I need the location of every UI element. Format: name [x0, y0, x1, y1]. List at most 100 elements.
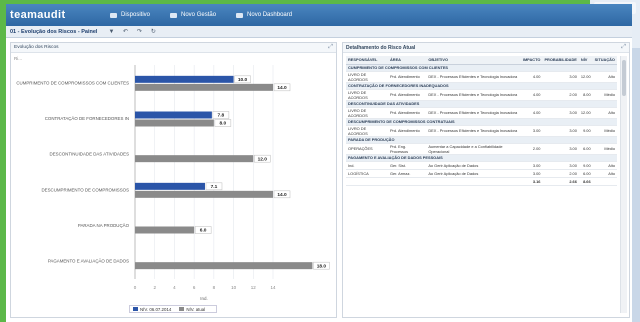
refresh-icon[interactable]: ↻	[149, 28, 157, 35]
table-cell: Alto	[592, 161, 617, 170]
table-row[interactable]: LIVRO DE ACORDOS Prd. Atendimento DEX - Pr…	[346, 125, 617, 137]
total-cell	[426, 176, 521, 186]
table-cell: LIVRO DE ACORDOS	[346, 71, 388, 83]
expand-icon[interactable]: ⤢	[621, 44, 626, 51]
column-header[interactable]: ÁREA	[387, 56, 427, 65]
table-cell: 3.00	[542, 71, 579, 83]
table-cell: Médio	[592, 89, 617, 101]
bar-previous[interactable]	[135, 155, 254, 163]
data-label: 8.0	[220, 121, 227, 127]
table-cell: DEX - Processos Eficientes e Tecnologia …	[426, 107, 521, 119]
app-logo[interactable]: teamaudit	[10, 9, 110, 21]
column-header[interactable]: OBJETIVO	[426, 56, 521, 65]
risk-detail-table: RESPONSÁVEL ÁREA OBJETIVO IMPACTO PROBABILID…	[346, 56, 617, 186]
redo-icon[interactable]: ↷	[135, 28, 143, 35]
column-header[interactable]: IMPACTO	[520, 56, 543, 65]
table-cell: Alto	[592, 169, 617, 178]
table-group-row[interactable]: PAGAMENTO E AVALIAÇÃO DE DADOS PESSOAIS	[346, 154, 617, 162]
vertical-scrollbar[interactable]	[620, 56, 627, 313]
menu-item-gestao[interactable]: Novo Gestão	[170, 12, 216, 18]
table-cell: Prd. Atendimento	[387, 89, 427, 101]
data-label: 10.0	[238, 77, 248, 83]
table-cell: 4.00	[520, 71, 543, 83]
table-cell: 6.00	[578, 143, 593, 155]
bar-previous[interactable]	[135, 83, 273, 91]
table-cell: Médio	[592, 143, 617, 155]
column-header[interactable]: SITUAÇÃO	[592, 56, 617, 65]
x-tick-label: 4	[173, 285, 176, 290]
device-icon	[110, 12, 117, 18]
table-cell: LIVRO DE ACORDOS	[346, 89, 388, 101]
filter-icon[interactable]: ▼	[107, 29, 115, 35]
table-cell: OPERAÇÕES	[346, 143, 388, 155]
x-tick-label: 6	[193, 285, 196, 290]
group-label: DESCUMPRIMENTO DE COMPROMISSOS CONTRATUA…	[346, 118, 617, 126]
table-cell: 3.00	[542, 143, 579, 155]
legend-entry: NÍV. 06.07.2014	[133, 307, 171, 312]
x-tick-label: 12	[251, 285, 257, 290]
category-label: PAGAMENTO E AVALIAÇÃO DE DADOS	[48, 259, 129, 264]
table-cell: Ger. Sist.	[387, 161, 427, 170]
table-cell: 3.00	[520, 161, 543, 170]
group-label: DESCONTINUIDADE DAS ATIVIDADES	[346, 100, 617, 108]
x-tick-label: 14	[270, 285, 276, 290]
data-label: 12.0	[258, 156, 268, 162]
management-icon	[170, 12, 178, 18]
bar-previous[interactable]	[135, 262, 313, 270]
column-header[interactable]: NÍV	[578, 56, 593, 65]
bar-current[interactable]	[135, 111, 212, 119]
table-row[interactable]: LOGÍSTICA Ger. Armaz. Ao Gerir Aplicação d…	[346, 169, 617, 178]
category-label: DESCONTINUIDADE DAS ATIVIDADES	[50, 152, 130, 157]
bar-current[interactable]	[135, 75, 234, 83]
bar-previous[interactable]	[135, 190, 273, 198]
category-label: CONTRATAÇÃO DE FORNECEDORES IN	[45, 116, 129, 121]
column-header[interactable]: RESPONSÁVEL	[346, 56, 388, 65]
x-tick-label: 10	[231, 285, 237, 290]
table-cell: Aumentar a Capacidade e a Confiabilidade…	[426, 143, 521, 155]
table-row[interactable]: OPERAÇÕES Prd. Eng. Processos Aumentar a C…	[346, 143, 617, 155]
legend-swatch	[179, 307, 185, 311]
table-cell: 12.00	[578, 71, 593, 83]
table-group-row[interactable]: PARADA DE PRODUÇÃO	[346, 136, 617, 144]
table-row[interactable]: Ind. Ger. Sist. Ao Gerir Aplicação de Dado…	[346, 161, 617, 170]
table-group-row[interactable]: DESCUMPRIMENTO DE COMPROMISSOS CONTRATUA…	[346, 118, 617, 126]
app-window: teamaudit Dispositivo Novo Gestão Novo D…	[6, 4, 632, 322]
bar-current[interactable]	[135, 182, 205, 190]
menu-item-dispositivo[interactable]: Dispositivo	[110, 12, 150, 18]
data-label: 7.8	[218, 113, 225, 119]
data-label: 18.0	[317, 263, 327, 269]
total-cell	[592, 176, 617, 186]
table-cell: Ao Gerir Aplicação de Dados	[426, 169, 521, 178]
total-cell	[346, 176, 388, 186]
scrollbar-thumb[interactable]	[622, 60, 626, 96]
table-cell: DEX - Processos Eficientes e Tecnologia …	[426, 71, 521, 83]
table-row[interactable]: LIVRO DE ACORDOS Prd. Atendimento DEX - Pr…	[346, 71, 617, 83]
table-total-row: 3.16 2.66 8.66	[346, 176, 617, 186]
column-header[interactable]: PROBABILIDADE	[542, 56, 579, 65]
plot-area	[135, 65, 273, 279]
table-cell: LIVRO DE ACORDOS	[346, 107, 388, 119]
group-label: CONTRATAÇÃO DE FORNECEDORES INADEQUADOS	[346, 82, 617, 90]
table-row[interactable]: LIVRO DE ACORDOS Prd. Atendimento DEX - Pr…	[346, 107, 617, 119]
bar-previous[interactable]	[135, 119, 214, 127]
legend-label: NÍV. atual	[186, 306, 206, 312]
toolbar: 01 - Evolução dos Riscos - Painel ▼ ↶ ↷ …	[6, 26, 632, 38]
table-group-row[interactable]: CUMPRIMENTO DE COMPROMISSOS COM CLIENTES	[346, 64, 617, 72]
table-group-row[interactable]: DESCONTINUIDADE DAS ATIVIDADES	[346, 100, 617, 108]
risk-evolution-panel: Evolução dos Riscos ⤢ Ri... 0 2 4 6 8 10 12 14 I…	[10, 42, 337, 318]
group-label: PAGAMENTO E AVALIAÇÃO DE DADOS PESSOAIS	[346, 154, 617, 162]
table-cell: 3.00	[542, 161, 579, 170]
table-row[interactable]: LIVRO DE ACORDOS Prd. Atendimento DEX - Pr…	[346, 89, 617, 101]
top-menu-bar: teamaudit Dispositivo Novo Gestão Novo D…	[6, 4, 632, 26]
table-group-row[interactable]: CONTRATAÇÃO DE FORNECEDORES INADEQUADOS	[346, 82, 617, 90]
total-cell: 2.66	[542, 176, 579, 186]
table-cell: 2.00	[542, 169, 579, 178]
group-label: PARADA DE PRODUÇÃO	[346, 136, 617, 144]
bar-previous[interactable]	[135, 226, 195, 234]
table-cell: Prd. Eng. Processos	[387, 143, 427, 155]
menu-item-dashboard[interactable]: Novo Dashboard	[236, 12, 292, 18]
table-cell: 4.00	[520, 89, 543, 101]
table-cell: 6.00	[578, 169, 593, 178]
undo-icon[interactable]: ↶	[121, 28, 129, 35]
panel-title: Detalhamento do Risco Atual	[346, 44, 416, 51]
